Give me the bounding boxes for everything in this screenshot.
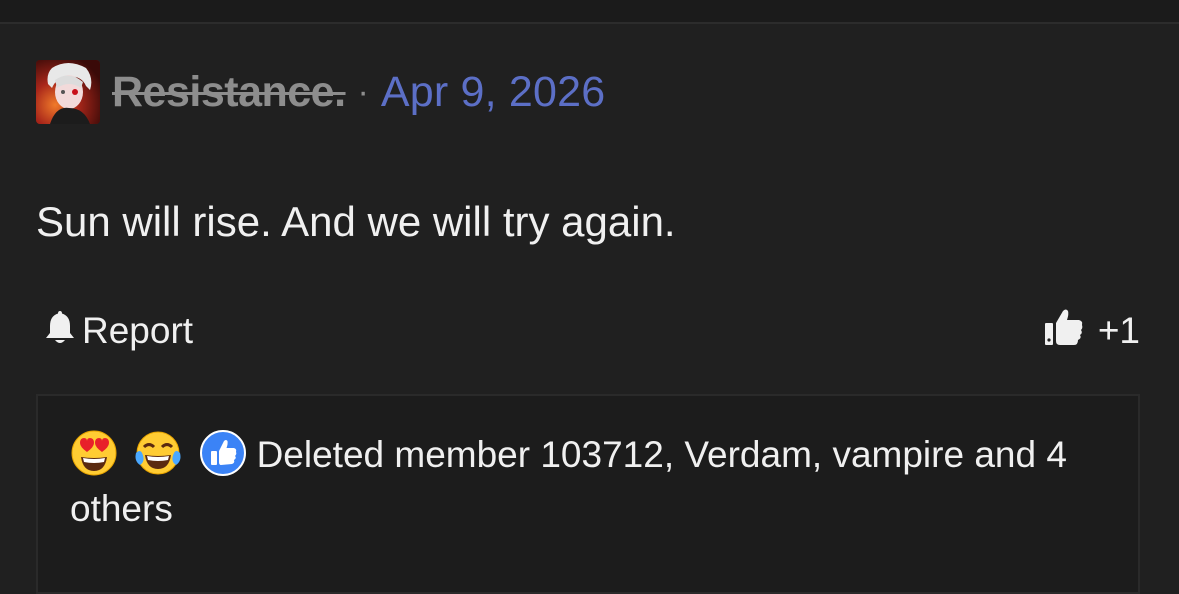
reactions-bar[interactable]: Deleted member 103712, Verdam, vampire a… (36, 394, 1140, 594)
post-meta: Resistance. · Apr 9, 2026 (36, 60, 605, 124)
reactions-summary: Deleted member 103712, Verdam, vampire a… (70, 428, 1120, 536)
post-date-link[interactable]: Apr 9, 2026 (381, 68, 606, 117)
bell-icon (44, 309, 82, 354)
like-button[interactable]: +1 (1044, 307, 1140, 356)
username-link[interactable]: Resistance. (112, 68, 346, 117)
top-divider (0, 0, 1179, 24)
avatar[interactable] (36, 60, 100, 124)
thumbs-up-reaction-icon (199, 429, 247, 477)
report-button[interactable]: Report (44, 309, 193, 354)
report-label: Report (82, 310, 194, 351)
thumbs-up-icon (1044, 307, 1098, 356)
like-count: +1 (1097, 310, 1140, 351)
forum-post: Resistance. · Apr 9, 2026 Sun will rise.… (0, 24, 1179, 594)
tears-of-joy-emoji-icon (134, 429, 182, 477)
heart-eyes-emoji-icon (70, 429, 118, 477)
post-message: Sun will rise. And we will try again. (36, 198, 676, 245)
post-actions: Report +1 (44, 306, 1140, 356)
meta-separator: · (357, 72, 369, 111)
